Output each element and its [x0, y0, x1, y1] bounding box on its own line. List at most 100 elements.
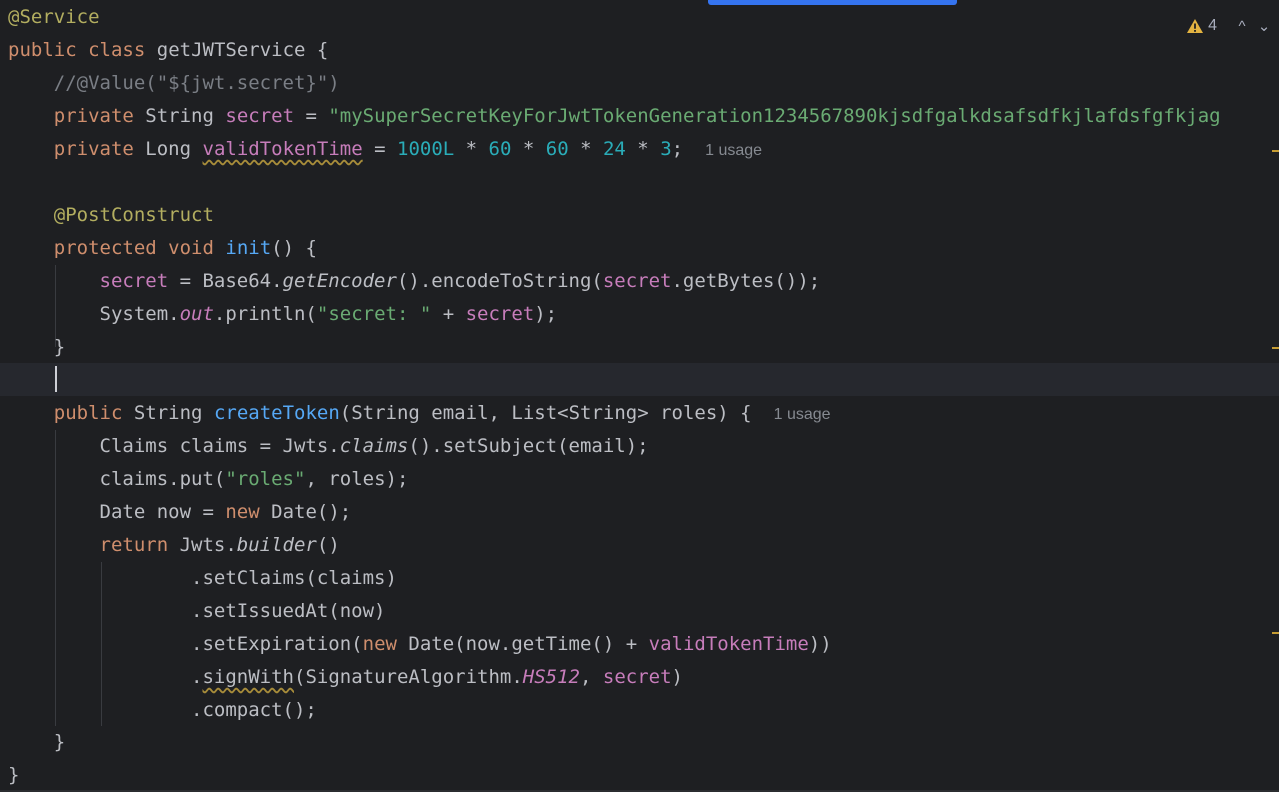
operator: =: [294, 105, 329, 127]
code-line[interactable]: System.out.println("secret: " + secret);: [8, 298, 1279, 331]
code-line[interactable]: }: [8, 331, 1279, 364]
brace: }: [53, 731, 66, 753]
method-name: init: [225, 237, 272, 259]
static-method-call: claims: [339, 435, 409, 457]
code-text: .setExpiration(: [191, 633, 363, 655]
code-line[interactable]: }: [8, 726, 1279, 759]
code-text: (String email, List<String> roles) {: [339, 402, 752, 424]
field-name: validTokenTime: [202, 138, 363, 160]
code-text: ().encodeToString(: [396, 270, 603, 292]
code-editor[interactable]: 4 ^ ⌄ @Service public class getJWTServic…: [0, 0, 1279, 792]
code-text: .setIssuedAt(now): [191, 600, 386, 622]
number-literal: 1000L: [397, 138, 455, 160]
code-text: .println(: [213, 303, 317, 325]
code-line[interactable]: Date now = new Date();: [8, 496, 1279, 529]
operator: *: [568, 138, 603, 160]
code-text: , roles);: [305, 468, 409, 490]
type-name: String: [145, 105, 214, 127]
code-text: Jwts.: [168, 534, 237, 556]
string-literal: "mySuperSecretKeyForJwtTokenGeneration12…: [328, 105, 1221, 127]
deprecated-method: signWith: [202, 666, 294, 688]
code-text: .setClaims(claims): [191, 567, 397, 589]
brace: }: [53, 336, 66, 358]
comment: //@Value("${jwt.secret}"): [53, 72, 340, 94]
keyword: void: [168, 237, 214, 259]
code-text: Date now =: [99, 501, 226, 523]
code-line[interactable]: Claims claims = Jwts.claims().setSubject…: [8, 430, 1279, 463]
keyword: new: [225, 501, 260, 523]
code-text: claims.put(: [99, 468, 226, 490]
code-line[interactable]: .setClaims(claims): [8, 562, 1279, 595]
class-name: getJWTService: [156, 39, 306, 61]
keyword: class: [88, 39, 146, 61]
static-field: out: [179, 303, 214, 325]
code-text: ().setSubject(email);: [408, 435, 649, 457]
static-method-call: builder: [236, 534, 317, 556]
type-name: Long: [145, 138, 192, 160]
operator: *: [625, 138, 661, 160]
code-text: () {: [271, 237, 317, 259]
keyword: public: [53, 402, 123, 424]
code-text: .compact();: [191, 699, 317, 721]
code-line[interactable]: private String secret = "mySuperSecretKe…: [8, 100, 1279, 133]
operator: +: [431, 303, 466, 325]
code-line[interactable]: public class getJWTService {: [8, 34, 1279, 67]
brace: {: [316, 39, 329, 61]
string-literal: "roles": [225, 468, 306, 490]
operator: =: [362, 138, 397, 160]
code-text: (SignatureAlgorithm.: [294, 666, 523, 688]
code-line[interactable]: public String createToken(String email, …: [8, 397, 1279, 430]
field-name: secret: [602, 270, 672, 292]
field-name: secret: [99, 270, 169, 292]
code-line[interactable]: secret = Base64.getEncoder().encodeToStr…: [8, 265, 1279, 298]
enum-constant: HS512: [522, 666, 580, 688]
operator: *: [454, 138, 489, 160]
keyword: private: [53, 138, 134, 160]
code-text: )): [808, 633, 832, 655]
keyword: protected: [53, 237, 157, 259]
keyword: private: [53, 105, 134, 127]
usage-hint[interactable]: 1 usage: [705, 142, 762, 159]
code-line[interactable]: .signWith(SignatureAlgorithm.HS512, secr…: [8, 661, 1279, 694]
code-text: .: [191, 666, 203, 688]
code-line[interactable]: private Long validTokenTime = 1000L * 60…: [8, 133, 1279, 166]
code-line[interactable]: //@Value("${jwt.secret}"): [8, 67, 1279, 100]
code-text: );: [534, 303, 558, 325]
annotation: @Service: [8, 6, 100, 28]
keyword: return: [99, 534, 169, 556]
code-line[interactable]: .setIssuedAt(now): [8, 595, 1279, 628]
code-text: Date(now.getTime() +: [396, 633, 649, 655]
text-caret: [55, 366, 57, 392]
code-text: Date();: [259, 501, 352, 523]
field-name: secret: [602, 666, 672, 688]
code-line[interactable]: return Jwts.builder(): [8, 529, 1279, 562]
keyword: new: [362, 633, 397, 655]
current-line-highlight: [0, 363, 1279, 396]
code-line[interactable]: claims.put("roles", roles);: [8, 463, 1279, 496]
code-line[interactable]: .compact();: [8, 694, 1279, 727]
code-line[interactable]: protected void init() {: [8, 232, 1279, 265]
code-line[interactable]: .setExpiration(new Date(now.getTime() + …: [8, 628, 1279, 661]
annotation: @PostConstruct: [53, 204, 214, 226]
static-method-call: getEncoder: [282, 270, 397, 292]
code-line[interactable]: }: [8, 759, 1279, 792]
code-line[interactable]: @PostConstruct: [8, 199, 1279, 232]
keyword: public: [8, 39, 77, 61]
code-text: = Base64.: [168, 270, 283, 292]
semicolon: ;: [671, 138, 684, 160]
field-name: validTokenTime: [648, 633, 809, 655]
type-name: String: [133, 402, 203, 424]
code-text: (): [316, 534, 340, 556]
code-text: System.: [99, 303, 180, 325]
code-line[interactable]: @Service: [8, 1, 1279, 34]
code-text: ,: [579, 666, 603, 688]
field-name: secret: [225, 105, 295, 127]
number-literal: 60: [545, 138, 569, 160]
string-literal: "secret: ": [316, 303, 432, 325]
usage-hint[interactable]: 1 usage: [774, 406, 831, 423]
code-text: Claims claims = Jwts.: [99, 435, 340, 457]
code-text: ): [671, 666, 683, 688]
number-literal: 60: [488, 138, 512, 160]
number-literal: 3: [660, 138, 672, 160]
code-text: .getBytes());: [671, 270, 821, 292]
